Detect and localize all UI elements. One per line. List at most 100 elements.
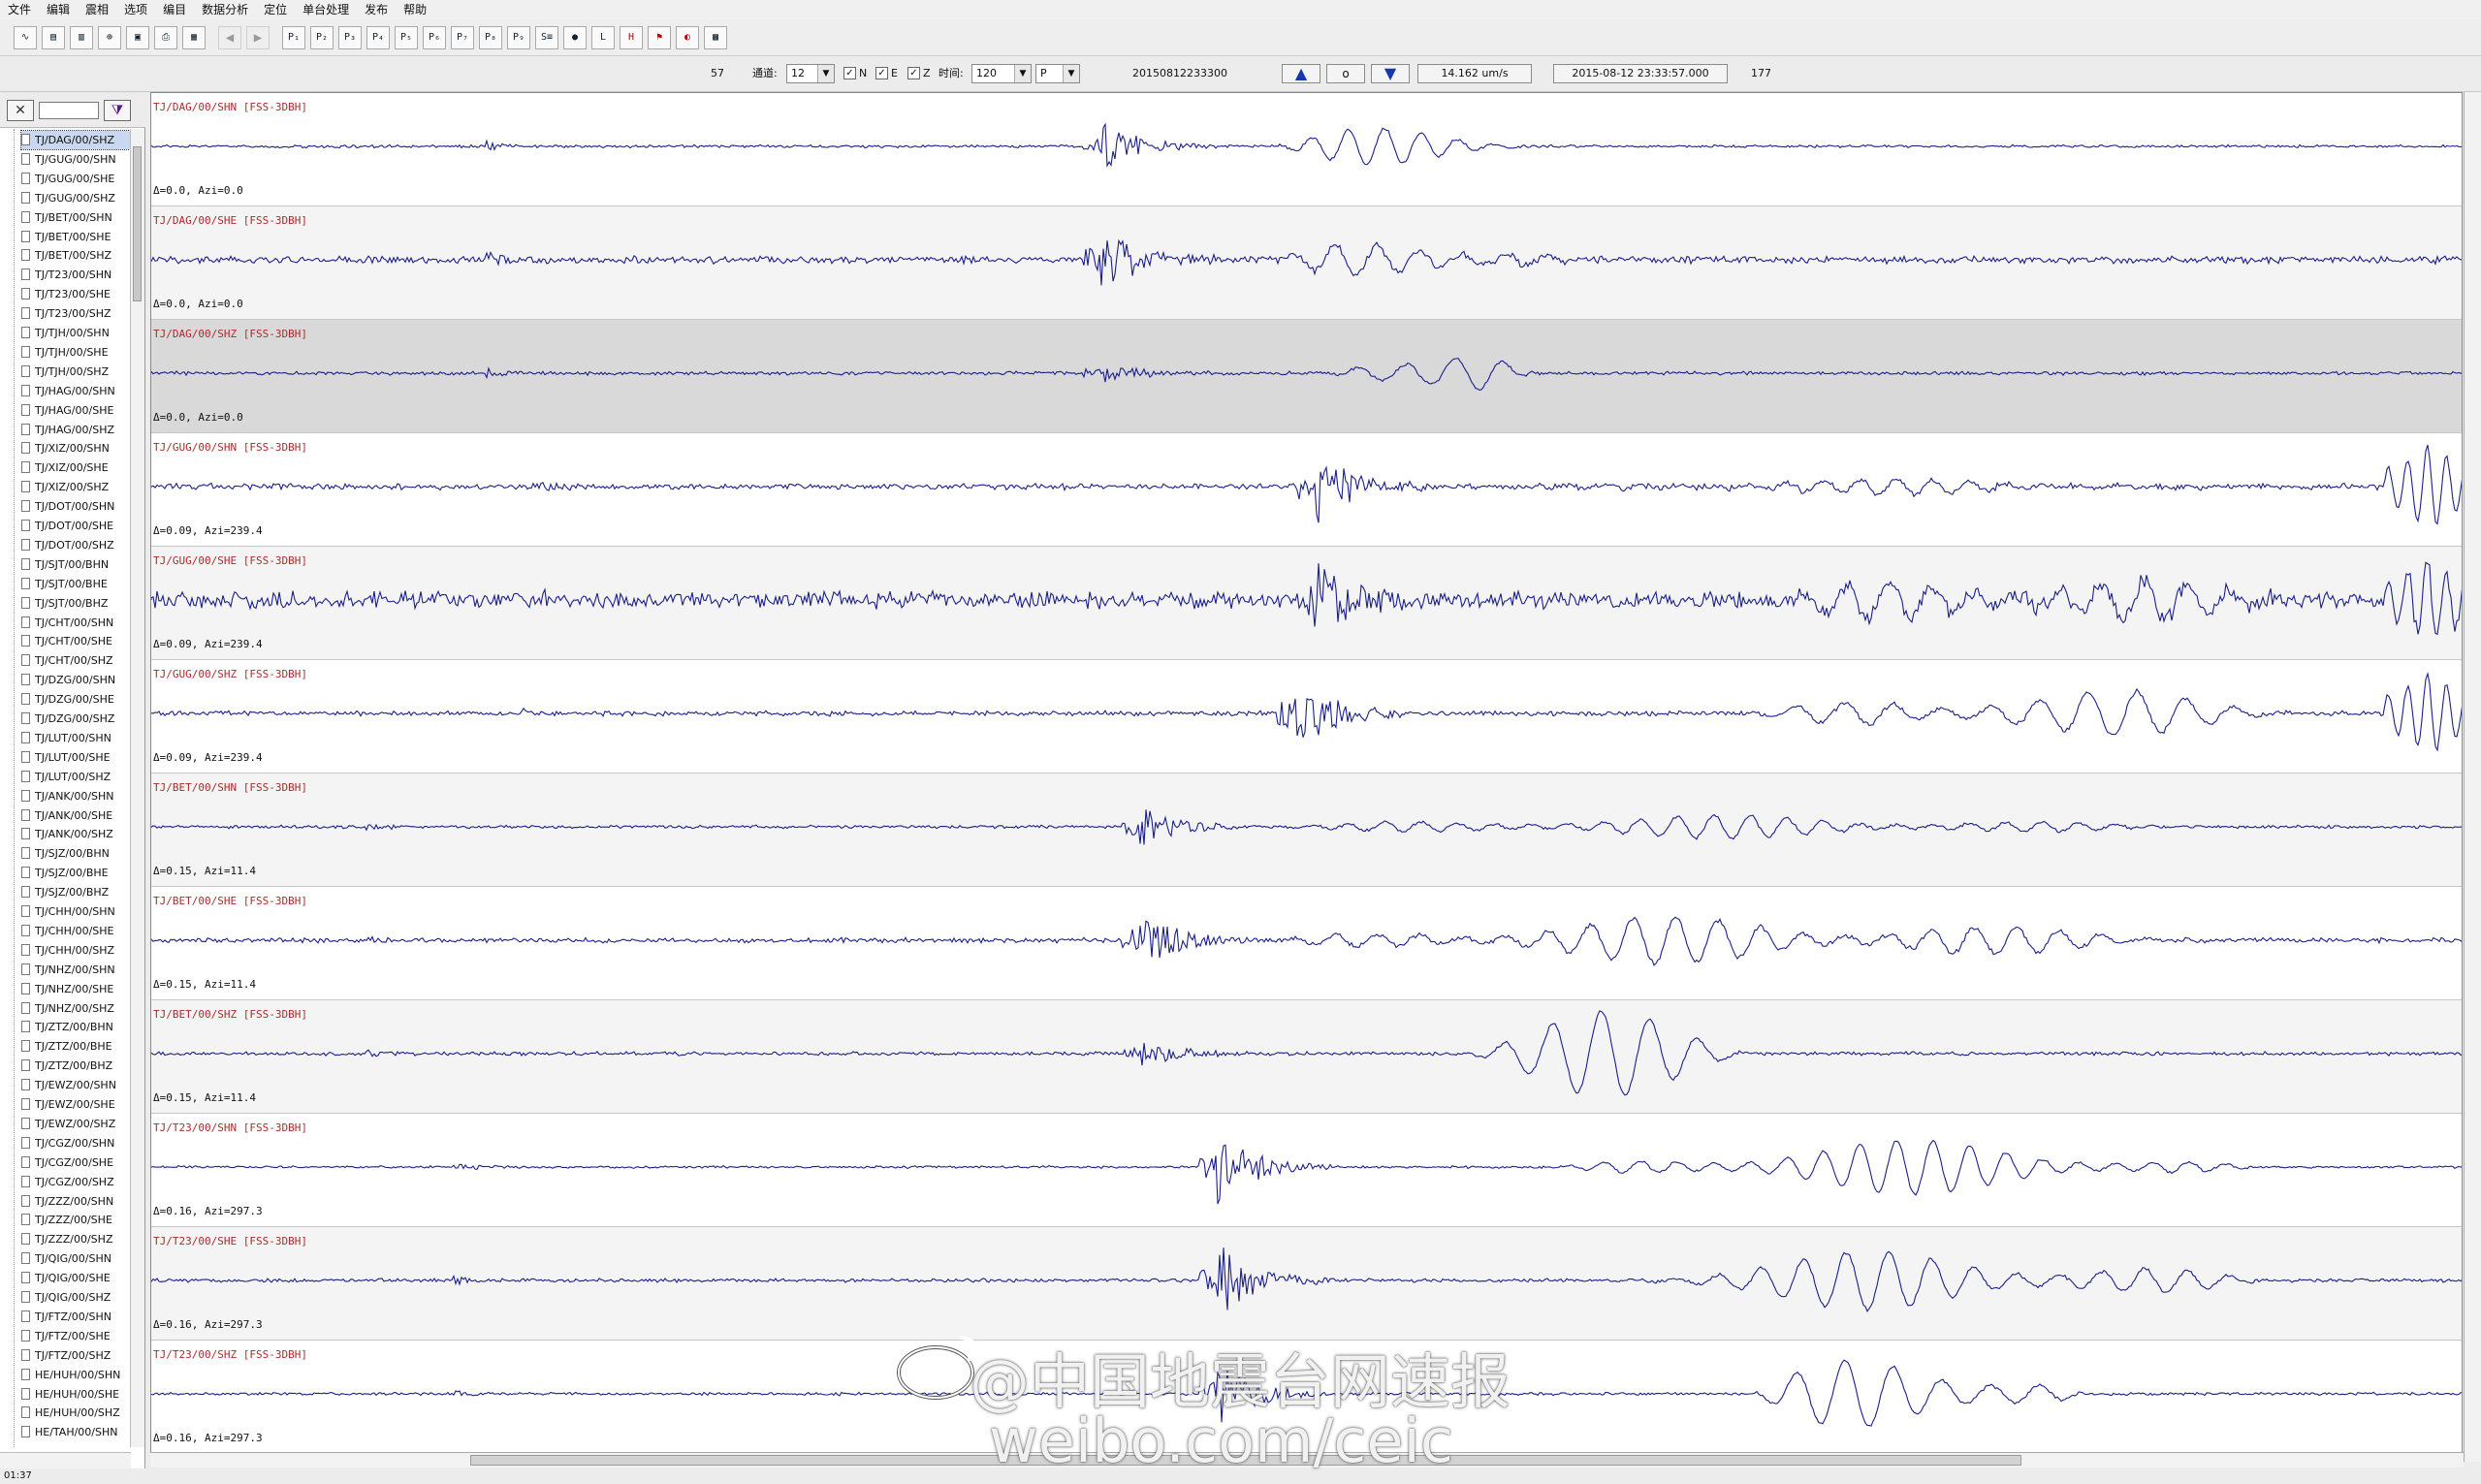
toolbar-button-20[interactable]: L bbox=[591, 25, 615, 49]
toolbar-button-7[interactable]: ◀ bbox=[218, 25, 241, 49]
station-h-scrollbar[interactable] bbox=[0, 1452, 131, 1468]
toolbar-button-11[interactable]: P₃ bbox=[338, 25, 362, 49]
list-item[interactable]: TJ/GUG/00/SHZ bbox=[21, 189, 130, 207]
list-item[interactable]: TJ/QIG/00/SHE bbox=[21, 1269, 130, 1287]
toolbar-button-21[interactable]: H bbox=[620, 25, 643, 49]
list-item[interactable]: TJ/SJZ/00/BHZ bbox=[21, 883, 130, 901]
menu-item-1[interactable]: 编辑 bbox=[39, 0, 78, 19]
list-item[interactable]: TJ/NHZ/00/SHZ bbox=[21, 999, 130, 1018]
menu-item-4[interactable]: 编目 bbox=[155, 0, 194, 19]
list-item[interactable]: TJ/DOT/00/SHE bbox=[21, 517, 130, 535]
list-item[interactable]: TJ/TJH/00/SHE bbox=[21, 343, 130, 362]
toolbar-button-6[interactable]: ▦ bbox=[182, 25, 206, 49]
toolbar-button-3[interactable]: ⊕ bbox=[98, 25, 121, 49]
list-item[interactable]: TJ/HAG/00/SHN bbox=[21, 382, 130, 400]
list-item[interactable]: TJ/QIG/00/SHZ bbox=[21, 1288, 130, 1307]
channel-select[interactable]: 12 ▼ bbox=[786, 64, 835, 83]
menu-item-2[interactable]: 震相 bbox=[78, 0, 116, 19]
list-item[interactable]: TJ/SJZ/00/BHN bbox=[21, 844, 130, 863]
list-item[interactable]: TJ/CHH/00/SHN bbox=[21, 902, 130, 921]
list-item[interactable]: TJ/LUT/00/SHZ bbox=[21, 768, 130, 786]
toolbar-button-8[interactable]: ▶ bbox=[246, 25, 270, 49]
list-item[interactable]: TJ/HAG/00/SHE bbox=[21, 401, 130, 420]
phase-select[interactable]: P ▼ bbox=[1035, 64, 1080, 83]
list-item[interactable]: TJ/BET/00/SHN bbox=[21, 208, 130, 227]
list-item[interactable]: TJ/DZG/00/SHE bbox=[21, 690, 130, 709]
toolbar-button-17[interactable]: P₉ bbox=[507, 25, 530, 49]
list-item[interactable]: TJ/CHH/00/SHZ bbox=[21, 941, 130, 960]
toolbar-button-5[interactable]: ⎙ bbox=[154, 25, 177, 49]
toolbar-button-13[interactable]: P₅ bbox=[395, 25, 418, 49]
clear-filter-button[interactable]: ✕ bbox=[7, 100, 34, 121]
station-scrollbar[interactable] bbox=[130, 129, 144, 1447]
trace-row[interactable]: TJ/BET/00/SHN [FSS-3DBH] Δ=0.15, Azi=11.4 bbox=[151, 774, 2462, 887]
trace-row[interactable]: TJ/BET/00/SHE [FSS-3DBH] Δ=0.15, Azi=11.4 bbox=[151, 887, 2462, 1000]
filter-input[interactable] bbox=[39, 102, 99, 119]
list-item[interactable]: TJ/SJZ/00/BHE bbox=[21, 864, 130, 882]
amplitude-down-button[interactable]: ▼ bbox=[1371, 64, 1410, 83]
menu-item-6[interactable]: 定位 bbox=[256, 0, 295, 19]
toolbar-button-14[interactable]: P₆ bbox=[423, 25, 446, 49]
list-item[interactable]: TJ/NHZ/00/SHE bbox=[21, 980, 130, 998]
menu-item-3[interactable]: 选项 bbox=[116, 0, 155, 19]
checkbox-e[interactable]: ✓ bbox=[875, 67, 888, 79]
list-item[interactable]: HE/HUH/00/SHE bbox=[21, 1385, 130, 1404]
amplitude-up-button[interactable]: ▲ bbox=[1282, 64, 1320, 83]
toolbar-button-10[interactable]: P₂ bbox=[310, 25, 334, 49]
menu-item-7[interactable]: 单台处理 bbox=[295, 0, 357, 19]
toolbar-button-23[interactable]: ◐ bbox=[676, 25, 699, 49]
list-item[interactable]: TJ/T23/00/SHE bbox=[21, 285, 130, 303]
list-item[interactable]: TJ/CGZ/00/SHZ bbox=[21, 1173, 130, 1191]
trace-row[interactable]: TJ/GUG/00/SHE [FSS-3DBH] Δ=0.09, Azi=239.… bbox=[151, 547, 2462, 660]
trace-row[interactable]: TJ/BET/00/SHZ [FSS-3DBH] Δ=0.15, Azi=11.4 bbox=[151, 1000, 2462, 1114]
list-item[interactable]: TJ/CGZ/00/SHN bbox=[21, 1134, 130, 1152]
list-item[interactable]: TJ/FTZ/00/SHE bbox=[21, 1327, 130, 1345]
trace-row[interactable]: TJ/DAG/00/SHN [FSS-3DBH] Δ=0.0, Azi=0.0 bbox=[151, 93, 2462, 206]
toolbar-button-16[interactable]: P₈ bbox=[479, 25, 502, 49]
list-item[interactable]: TJ/T23/00/SHZ bbox=[21, 304, 130, 323]
list-item[interactable]: TJ/DZG/00/SHN bbox=[21, 671, 130, 689]
toolbar-button-22[interactable]: ⚑ bbox=[648, 25, 671, 49]
list-item[interactable]: TJ/ANK/00/SHZ bbox=[21, 825, 130, 843]
list-item[interactable]: TJ/GUG/00/SHE bbox=[21, 170, 130, 188]
trace-row[interactable]: TJ/DAG/00/SHE [FSS-3DBH] Δ=0.0, Azi=0.0 bbox=[151, 206, 2462, 320]
list-item[interactable]: HE/TAH/00/SHN bbox=[21, 1423, 130, 1441]
list-item[interactable]: TJ/SJT/00/BHN bbox=[21, 555, 130, 574]
list-item[interactable]: TJ/DZG/00/SHZ bbox=[21, 710, 130, 728]
trace-row[interactable]: TJ/DAG/00/SHZ [FSS-3DBH] Δ=0.0, Azi=0.0 bbox=[151, 320, 2462, 433]
list-item[interactable]: TJ/DOT/00/SHZ bbox=[21, 536, 130, 554]
list-item[interactable]: TJ/CHT/00/SHN bbox=[21, 614, 130, 632]
toolbar-button-12[interactable]: P₄ bbox=[366, 25, 390, 49]
toolbar-button-0[interactable]: ∿ bbox=[14, 25, 37, 49]
list-item[interactable]: TJ/ANK/00/SHN bbox=[21, 787, 130, 805]
toolbar-button-19[interactable]: ● bbox=[563, 25, 587, 49]
list-item[interactable]: TJ/LUT/00/SHN bbox=[21, 729, 130, 747]
list-item[interactable]: TJ/XIZ/00/SHE bbox=[21, 458, 130, 477]
trace-row[interactable]: TJ/T23/00/SHN [FSS-3DBH] Δ=0.16, Azi=297.… bbox=[151, 1114, 2462, 1227]
apply-filter-button[interactable]: ⧩ bbox=[104, 100, 131, 121]
trace-row[interactable]: TJ/GUG/00/SHN [FSS-3DBH] Δ=0.09, Azi=239.… bbox=[151, 433, 2462, 547]
toolbar-button-15[interactable]: P₇ bbox=[451, 25, 474, 49]
trace-row[interactable]: TJ/T23/00/SHE [FSS-3DBH] Δ=0.16, Azi=297.… bbox=[151, 1227, 2462, 1341]
toolbar-button-24[interactable]: ▩ bbox=[704, 25, 727, 49]
menu-item-5[interactable]: 数据分析 bbox=[194, 0, 256, 19]
list-item[interactable]: TJ/DAG/00/SHZ bbox=[20, 130, 131, 150]
toolbar-button-4[interactable]: ▣ bbox=[126, 25, 149, 49]
list-item[interactable]: TJ/GUG/00/SHN bbox=[21, 150, 130, 169]
menu-item-8[interactable]: 发布 bbox=[357, 0, 396, 19]
list-item[interactable]: TJ/SJT/00/BHZ bbox=[21, 594, 130, 613]
list-item[interactable]: HE/HUH/00/SHN bbox=[21, 1366, 130, 1384]
list-item[interactable]: TJ/CGZ/00/SHE bbox=[21, 1153, 130, 1172]
list-item[interactable]: TJ/HAG/00/SHZ bbox=[21, 421, 130, 439]
toolbar-button-18[interactable]: S≡ bbox=[535, 25, 558, 49]
list-item[interactable]: TJ/BET/00/SHE bbox=[21, 228, 130, 246]
checkbox-z[interactable]: ✓ bbox=[907, 67, 920, 79]
list-item[interactable]: TJ/CHT/00/SHZ bbox=[21, 651, 130, 670]
list-item[interactable]: TJ/ZTZ/00/BHN bbox=[21, 1018, 130, 1036]
trace-row[interactable]: TJ/GUG/00/SHZ [FSS-3DBH] Δ=0.09, Azi=239.… bbox=[151, 660, 2462, 774]
checkbox-n[interactable]: ✓ bbox=[843, 67, 856, 79]
list-item[interactable]: TJ/ZZZ/00/SHZ bbox=[21, 1230, 130, 1248]
list-item[interactable]: TJ/CHH/00/SHE bbox=[21, 922, 130, 940]
list-item[interactable]: TJ/XIZ/00/SHN bbox=[21, 439, 130, 458]
list-item[interactable]: TJ/EWZ/00/SHN bbox=[21, 1076, 130, 1094]
